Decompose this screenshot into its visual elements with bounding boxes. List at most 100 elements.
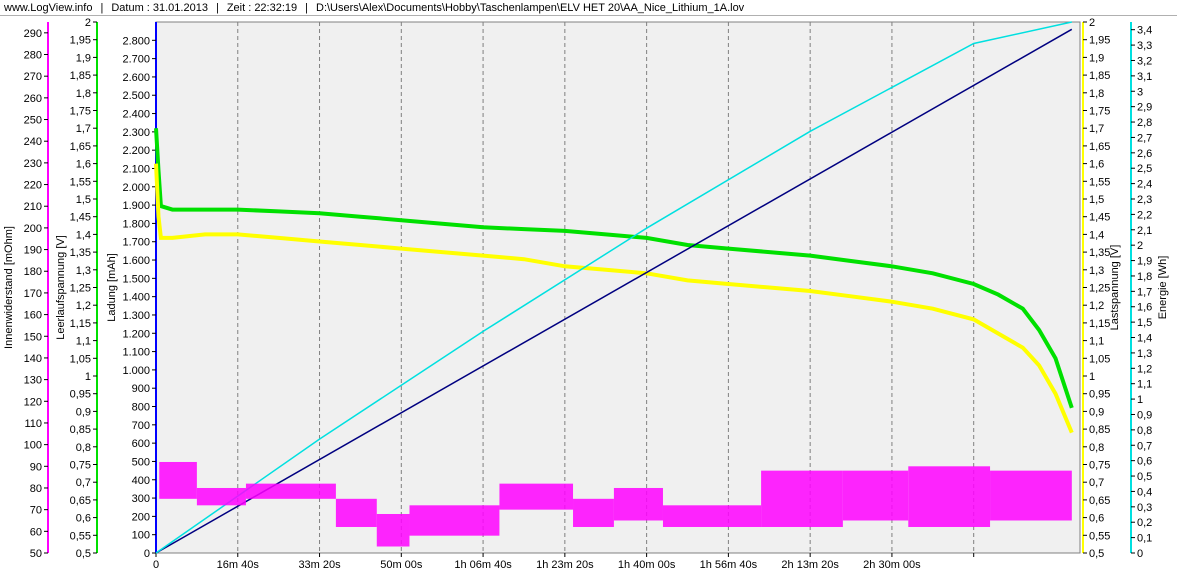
leerlaufspannung-tick-label: 1,9 xyxy=(76,52,91,64)
ladung-tick-label: 600 xyxy=(132,438,150,450)
lastspannung-tick-label: 2 xyxy=(1089,17,1095,29)
leerlaufspannung-tick-label: 1,5 xyxy=(76,194,91,206)
ladung-tick-label: 1.900 xyxy=(122,200,150,212)
leerlaufspannung-tick-label: 0,9 xyxy=(76,406,91,418)
innenwiderstand-band xyxy=(662,505,762,527)
innenwiderstand-tick-label: 210 xyxy=(24,201,42,213)
energie-tick-label: 2,5 xyxy=(1137,163,1152,175)
innenwiderstand-band xyxy=(990,470,1072,521)
energie-tick-label: 0,2 xyxy=(1137,517,1152,529)
energie-tick-label: 0,7 xyxy=(1137,440,1152,452)
innenwiderstand-tick-label: 180 xyxy=(24,266,42,278)
energie-tick-label: 3,4 xyxy=(1137,25,1152,37)
lastspannung-tick-label: 1,95 xyxy=(1089,35,1110,47)
leerlaufspannung-tick-label: 1,85 xyxy=(70,70,91,82)
innenwiderstand-band xyxy=(335,498,377,527)
ladung-tick-label: 1.100 xyxy=(122,347,150,359)
ladung-tick-label: 1.600 xyxy=(122,255,150,267)
innenwiderstand-band xyxy=(376,513,410,547)
ladung-tick-label: 1.800 xyxy=(122,218,150,230)
lastspannung-tick-label: 1,45 xyxy=(1089,212,1110,224)
x-tick-label: 2h 13m 20s xyxy=(781,559,839,571)
leerlaufspannung-tick-label: 1,25 xyxy=(70,283,91,295)
innenwiderstand-band xyxy=(908,466,991,527)
innenwiderstand-band xyxy=(409,505,500,536)
ladung-axis-label: Ladung [mAh] xyxy=(106,253,118,322)
innenwiderstand-tick-label: 290 xyxy=(24,28,42,40)
ladung-tick-label: 2.500 xyxy=(122,90,150,102)
lastspannung-tick-label: 0,7 xyxy=(1089,477,1104,489)
separator: | xyxy=(100,2,104,14)
energie-tick-label: 1,8 xyxy=(1137,271,1152,283)
innenwiderstand-tick-label: 280 xyxy=(24,50,42,62)
leerlaufspannung-tick-label: 0,6 xyxy=(76,513,91,525)
date-label: Datum : 31.01.2013 xyxy=(111,2,208,14)
x-tick-label: 0 xyxy=(153,559,159,571)
energie-tick-label: 1,9 xyxy=(1137,256,1152,268)
lastspannung-tick-label: 1,35 xyxy=(1089,247,1110,259)
energie-tick-label: 1,7 xyxy=(1137,286,1152,298)
innenwiderstand-tick-label: 250 xyxy=(24,115,42,127)
x-tick-label: 1h 40m 00s xyxy=(618,559,676,571)
ladung-tick-label: 400 xyxy=(132,475,150,487)
innenwiderstand-tick-label: 240 xyxy=(24,136,42,148)
leerlaufspannung-tick-label: 1,2 xyxy=(76,300,91,312)
lastspannung-tick-label: 1,5 xyxy=(1089,194,1104,206)
innenwiderstand-tick-label: 160 xyxy=(24,310,42,322)
innenwiderstand-tick-label: 150 xyxy=(24,331,42,343)
lastspannung-tick-label: 1,75 xyxy=(1089,106,1110,118)
energie-tick-label: 2,2 xyxy=(1137,209,1152,221)
innenwiderstand-tick-label: 140 xyxy=(24,353,42,365)
innenwiderstand-band xyxy=(573,498,614,527)
energie-tick-label: 1 xyxy=(1137,394,1143,406)
chart[interactable]: 0 16m 40s 33m 20s 50m 00s 1h 06m 40s 1h 23m 2… xyxy=(0,16,1177,579)
energie-tick-label: 2,4 xyxy=(1137,179,1152,191)
innenwiderstand-tick-label: 60 xyxy=(30,526,42,538)
leerlaufspannung-tick-label: 1,55 xyxy=(70,176,91,188)
lastspannung-tick-label: 1 xyxy=(1089,371,1095,383)
energie-tick-label: 1,4 xyxy=(1137,333,1152,345)
title-bar: www.LogView.info | Datum : 31.01.2013 | Zeit… xyxy=(0,0,1177,16)
ladung-tick-label: 300 xyxy=(132,493,150,505)
leerlaufspannung-tick-label: 2 xyxy=(85,17,91,29)
energie-tick-label: 0,5 xyxy=(1137,471,1152,483)
lastspannung-tick-label: 1,65 xyxy=(1089,141,1110,153)
energie-tick-label: 1,1 xyxy=(1137,379,1152,391)
ladung-tick-label: 2.200 xyxy=(122,145,150,157)
innenwiderstand-band xyxy=(613,487,663,521)
leerlaufspannung-tick-label: 0,95 xyxy=(70,389,91,401)
lastspannung-tick-label: 1,7 xyxy=(1089,123,1104,135)
leerlaufspannung-tick-label: 1,4 xyxy=(76,229,91,241)
leerlaufspannung-tick-label: 0,7 xyxy=(76,477,91,489)
ladung-tick-label: 1.300 xyxy=(122,310,150,322)
energie-tick-label: 2,7 xyxy=(1137,132,1152,144)
lastspannung-tick-label: 1,8 xyxy=(1089,88,1104,100)
lastspannung-tick-label: 1,25 xyxy=(1089,283,1110,295)
energie-tick-label: 2,1 xyxy=(1137,225,1152,237)
leerlaufspannung-tick-label: 1,35 xyxy=(70,247,91,259)
leerlaufspannung-tick-label: 1,45 xyxy=(70,212,91,224)
ladung-tick-label: 2.000 xyxy=(122,182,150,194)
innenwiderstand-tick-label: 110 xyxy=(24,418,42,430)
ladung-tick-label: 2.300 xyxy=(122,127,150,139)
leerlaufspannung-tick-label: 0,75 xyxy=(70,460,91,472)
ladung-tick-label: 200 xyxy=(132,511,150,523)
energie-tick-label: 3 xyxy=(1137,86,1143,98)
x-tick-label: 16m 40s xyxy=(217,559,260,571)
lastspannung-tick-label: 1,85 xyxy=(1089,70,1110,82)
lastspannung-tick-label: 1,15 xyxy=(1089,318,1110,330)
energie-tick-label: 0 xyxy=(1137,548,1143,560)
innenwiderstand-band xyxy=(842,470,909,521)
energie-tick-label: 3,2 xyxy=(1137,55,1152,67)
energie-tick-label: 1,6 xyxy=(1137,302,1152,314)
energie-tick-label: 0,9 xyxy=(1137,409,1152,421)
innenwiderstand-tick-label: 90 xyxy=(30,461,42,473)
ladung-tick-label: 100 xyxy=(132,530,150,542)
innenwiderstand-tick-label: 100 xyxy=(24,440,42,452)
ladung-tick-label: 2.800 xyxy=(122,35,150,47)
x-tick-label: 1h 06m 40s xyxy=(454,559,512,571)
ladung-tick-label: 500 xyxy=(132,456,150,468)
energie-tick-label: 1,2 xyxy=(1137,363,1152,375)
lastspannung-tick-label: 1,3 xyxy=(1089,265,1104,277)
x-tick-label: 50m 00s xyxy=(380,559,423,571)
